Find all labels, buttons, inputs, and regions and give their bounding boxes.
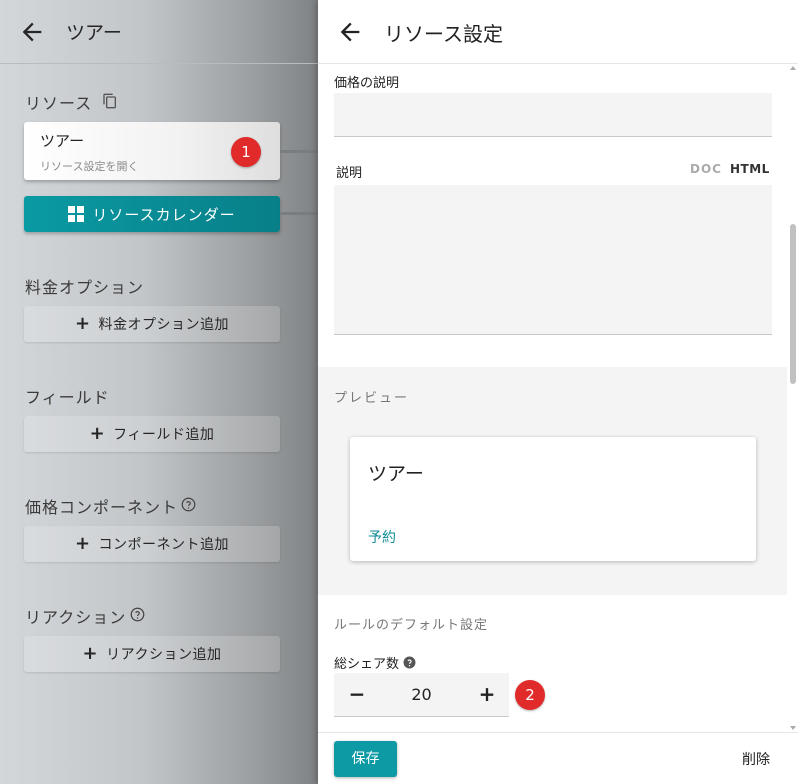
increment-button[interactable]: + (474, 681, 500, 707)
tour-card-title: ツアー (40, 132, 85, 150)
fields-label: フィールド (25, 388, 110, 407)
plus-icon: + (89, 423, 106, 444)
add-component-button[interactable]: + コンポーネント追加 (24, 526, 280, 562)
step-badge-1: 1 (231, 137, 261, 167)
help-icon[interactable] (181, 497, 196, 512)
price-components-label: 価格コンポーネント (25, 498, 179, 517)
panel-header: リソース設定 (318, 0, 798, 64)
price-description-input[interactable] (334, 93, 772, 137)
background-page: ツアー リソース ツアー リソース設定を開く 1 リソースカレンダー 料金オプシ… (0, 0, 318, 784)
total-shares-label-row: 総シェア数 (334, 653, 416, 672)
preview-reserve-link[interactable]: 予約 (368, 527, 396, 547)
delete-button[interactable]: 削除 (742, 749, 770, 769)
step-badge-2: 2 (515, 680, 545, 710)
scroll-down-arrow[interactable] (790, 726, 796, 730)
rule-default-label: ルールのデフォルト設定 (334, 618, 489, 633)
price-description-label: 価格の説明 (334, 76, 400, 91)
add-reaction-button[interactable]: + リアクション追加 (24, 636, 280, 672)
add-price-option-label: 料金オプション追加 (98, 317, 230, 333)
left-page-title: ツアー (66, 22, 122, 44)
scrollbar[interactable] (788, 64, 798, 732)
price-options-label: 料金オプション (25, 278, 145, 297)
scroll-up-arrow[interactable] (790, 66, 796, 70)
panel-title: リソース設定 (384, 22, 503, 46)
format-html-tab[interactable]: HTML (730, 162, 770, 176)
add-reaction-label: リアクション追加 (106, 647, 222, 663)
preview-label: プレビュー (334, 391, 410, 406)
connector-line (280, 212, 318, 215)
plus-icon: + (74, 533, 91, 554)
reactions-label: リアクション (25, 608, 127, 627)
preview-section: プレビュー ツアー 予約 (318, 367, 787, 595)
back-arrow-icon[interactable] (336, 18, 364, 46)
copy-icon[interactable] (102, 93, 118, 109)
help-icon[interactable] (130, 607, 145, 622)
description-label: 説明 (336, 166, 363, 181)
connector-line (280, 150, 318, 153)
total-shares-label: 総シェア数 (334, 657, 400, 672)
total-shares-stepper: − 20 + (334, 673, 509, 717)
resource-calendar-label: リソースカレンダー (92, 205, 236, 224)
plus-icon: + (74, 313, 91, 334)
back-arrow-icon[interactable] (18, 18, 46, 46)
preview-card: ツアー 予約 (350, 437, 756, 561)
save-button[interactable]: 保存 (334, 741, 397, 777)
add-component-label: コンポーネント追加 (98, 537, 230, 553)
resource-calendar-button[interactable]: リソースカレンダー (24, 196, 280, 232)
resource-section-label: リソース (25, 94, 93, 113)
left-header: ツアー (0, 0, 318, 64)
format-doc-tab[interactable]: DOC (690, 162, 722, 176)
tour-card-subtitle: リソース設定を開く (40, 160, 139, 173)
add-field-label: フィールド追加 (113, 427, 215, 443)
scroll-thumb[interactable] (790, 224, 796, 384)
plus-icon: + (82, 643, 99, 664)
help-icon[interactable] (403, 656, 416, 669)
add-price-option-button[interactable]: + 料金オプション追加 (24, 306, 280, 342)
resource-settings-panel: リソース設定 価格の説明 説明 DOC HTML プレビュー ツアー 予約 ルー… (318, 0, 798, 784)
description-editor[interactable] (334, 185, 772, 335)
panel-footer: 保存 削除 (318, 732, 798, 784)
grid-icon (68, 206, 85, 222)
add-field-button[interactable]: + フィールド追加 (24, 416, 280, 452)
preview-card-title: ツアー (368, 463, 424, 485)
